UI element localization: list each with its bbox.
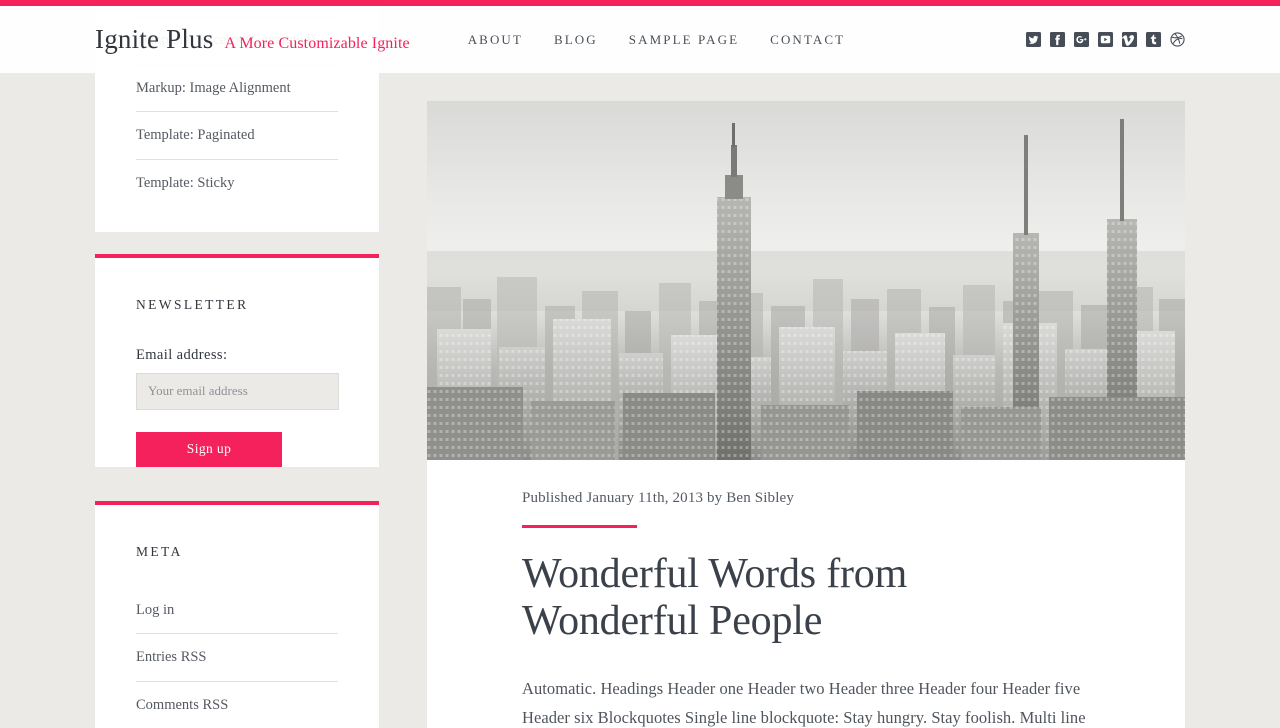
vimeo-icon <box>1122 32 1137 47</box>
tumblr-icon <box>1146 32 1161 47</box>
site-tagline: A More Customizable Ignite <box>224 35 410 52</box>
top-accent-bar <box>0 0 1280 6</box>
newsletter-signup-button[interactable]: Sign up <box>136 431 282 467</box>
meta-title: Meta <box>136 543 183 559</box>
list-item[interactable]: Entries RSS <box>136 634 338 682</box>
site-title[interactable]: Ignite Plus <box>95 26 213 53</box>
newsletter-email-label: Email address: <box>136 346 228 363</box>
twitter-icon <box>1026 32 1041 47</box>
nav-item-about[interactable]: About <box>468 33 523 46</box>
social-link-vimeo[interactable] <box>1122 32 1137 47</box>
post-excerpt: Automatic. Headings Header one Header tw… <box>522 679 1086 728</box>
list-item[interactable]: Template: Paginated <box>136 112 338 160</box>
newsletter-email-input[interactable] <box>136 372 339 410</box>
site-header: Ignite Plus A More Customizable Ignite A… <box>0 6 1280 73</box>
post-meta-text: Published January 11th, 2013 by Ben Sibl… <box>522 490 794 506</box>
cityscape-illustration <box>427 101 1185 460</box>
post-featured-image[interactable] <box>427 101 1185 460</box>
list-item[interactable]: Comments RSS <box>136 682 338 728</box>
social-link-dribbble[interactable] <box>1170 32 1185 47</box>
city-skyline-svg <box>427 119 1185 460</box>
social-links <box>1026 32 1185 47</box>
dribbble-icon <box>1170 32 1185 47</box>
social-link-youtube[interactable] <box>1098 32 1113 47</box>
social-link-twitter[interactable] <box>1026 32 1041 47</box>
meta-link-comments-rss[interactable]: Comments RSS <box>136 682 338 728</box>
nav-item-blog[interactable]: Blog <box>554 33 598 46</box>
google-plus-icon <box>1074 32 1089 47</box>
newsletter-title: Newsletter <box>136 296 249 312</box>
youtube-icon <box>1098 32 1113 47</box>
widget-meta: Meta Log in Entries RSS Comments RSS <box>95 500 379 728</box>
meta-link-entries-rss[interactable]: Entries RSS <box>136 634 338 680</box>
main-content: Published January 11th, 2013 by Ben Sibl… <box>427 101 1185 728</box>
social-link-google-plus[interactable] <box>1074 32 1089 47</box>
social-link-facebook[interactable] <box>1050 32 1065 47</box>
recent-post-link[interactable]: Template: Sticky <box>136 160 338 206</box>
list-item[interactable]: Log in <box>136 587 338 635</box>
meta-list: Log in Entries RSS Comments RSS <box>136 560 338 728</box>
list-item[interactable]: Template: Sticky <box>136 160 338 206</box>
article-body: Published January 11th, 2013 by Ben Sibl… <box>427 460 1185 728</box>
post-meta: Published January 11th, 2013 by Ben Sibl… <box>522 490 1090 528</box>
post-title[interactable]: Wonderful Words from Wonderful People <box>522 551 1090 645</box>
meta-link-login[interactable]: Log in <box>136 587 338 633</box>
main-navigation: About Blog Sample Page Contact <box>468 33 846 46</box>
page-root: Template: Excerpt (Defined) Template: Ex… <box>0 0 1280 728</box>
recent-post-link[interactable]: Template: Paginated <box>136 112 338 158</box>
sidebar: Template: Excerpt (Defined) Template: Ex… <box>95 0 379 728</box>
nav-item-contact[interactable]: Contact <box>770 33 845 46</box>
facebook-icon <box>1050 32 1065 47</box>
page-layout: Template: Excerpt (Defined) Template: Ex… <box>0 0 1280 728</box>
social-link-tumblr[interactable] <box>1146 32 1161 47</box>
meta-accent-rule <box>522 525 637 528</box>
widget-newsletter: Newsletter Email address: Sign up <box>95 253 379 467</box>
branding[interactable]: Ignite Plus A More Customizable Ignite <box>95 26 410 53</box>
nav-item-sample-page[interactable]: Sample Page <box>629 33 739 46</box>
